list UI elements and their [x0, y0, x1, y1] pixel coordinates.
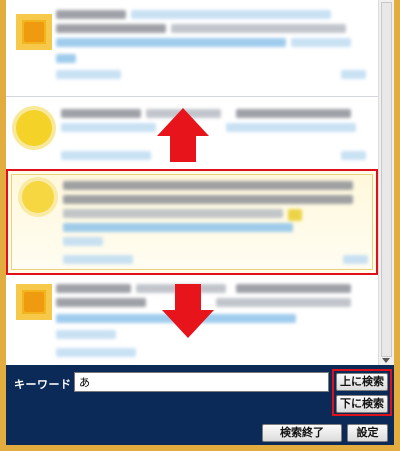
blurred-text [56, 298, 146, 307]
blurred-text [216, 298, 351, 307]
search-panel: キーワード 上に検索 下に検索 検索終了 設定 [6, 365, 394, 445]
blurred-emoji [288, 209, 302, 221]
end-search-button[interactable]: 検索終了 [262, 424, 342, 442]
keyword-label: キーワード [14, 378, 72, 391]
blurred-link [63, 223, 293, 232]
blurred-timestamp [61, 151, 151, 160]
vertical-scrollbar[interactable] [378, 0, 394, 365]
blurred-text [236, 109, 351, 118]
user-avatar[interactable] [22, 181, 54, 213]
blurred-username [56, 10, 126, 19]
window-frame: キーワード 上に検索 下に検索 検索終了 設定 [0, 0, 400, 451]
timeline-item[interactable] [6, 0, 378, 96]
blurred-text [61, 123, 156, 132]
keyword-input[interactable] [74, 372, 329, 392]
blurred-text [63, 195, 353, 204]
blurred-link [56, 54, 76, 63]
blurred-reply [341, 70, 366, 79]
blurred-reply [341, 151, 366, 160]
blurred-timestamp [63, 255, 133, 264]
user-avatar[interactable] [16, 284, 52, 320]
blurred-text [56, 330, 116, 339]
search-up-button[interactable]: 上に検索 [336, 373, 388, 391]
blurred-text [56, 24, 166, 33]
highlighted-search-result[interactable] [6, 169, 378, 275]
blurred-text [171, 24, 346, 33]
blurred-text [63, 209, 283, 218]
scroll-thumb[interactable] [381, 2, 392, 357]
blurred-reply [343, 255, 368, 264]
red-up-arrow-icon [157, 108, 209, 162]
blurred-timestamp [56, 348, 136, 357]
blurred-username [61, 109, 141, 118]
search-down-button[interactable]: 下に検索 [336, 395, 388, 413]
blurred-text [131, 10, 331, 19]
blurred-username [56, 284, 131, 293]
blurred-text [236, 284, 351, 293]
blurred-timestamp [56, 70, 121, 79]
red-down-arrow-icon [162, 284, 214, 338]
settings-button[interactable]: 設定 [347, 424, 388, 442]
search-window: キーワード 上に検索 下に検索 検索終了 設定 [6, 0, 394, 445]
blurred-text [291, 38, 351, 47]
blurred-link [56, 38, 286, 47]
blurred-link [63, 237, 103, 246]
timeline-list[interactable] [6, 0, 378, 365]
scroll-down-arrow-icon[interactable] [382, 358, 390, 363]
blurred-text [63, 181, 353, 190]
user-avatar[interactable] [16, 110, 52, 146]
user-avatar[interactable] [16, 14, 52, 50]
blurred-link [226, 123, 356, 132]
